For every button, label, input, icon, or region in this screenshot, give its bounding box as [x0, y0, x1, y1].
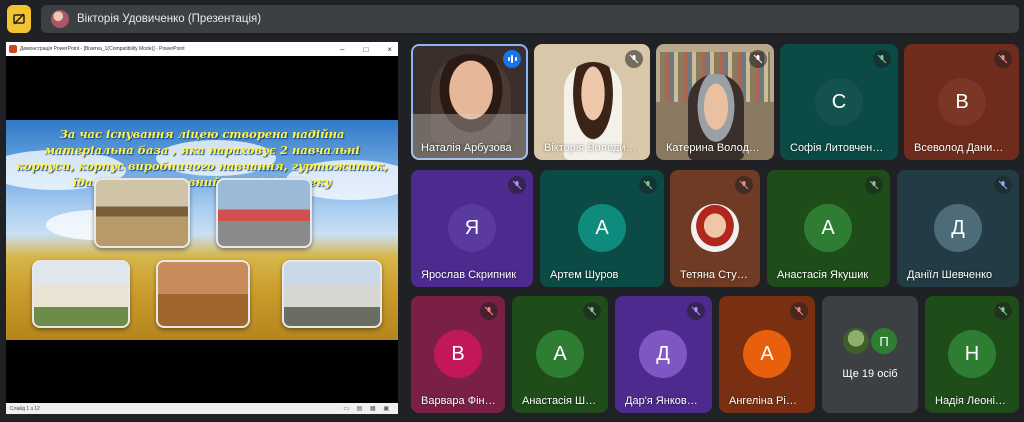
view-icons[interactable]: ▭ ▤ ▦ ▣: [343, 405, 398, 412]
mic-off-icon: [735, 176, 753, 194]
mic-off-icon: [994, 176, 1012, 194]
mic-off-icon: [994, 50, 1012, 68]
participant-tile[interactable]: Вікторія Володи…: [534, 44, 650, 160]
mic-off-icon: [508, 176, 526, 194]
powerpoint-icon: [9, 45, 17, 53]
dining-hall-photo: [156, 260, 250, 328]
participant-tile[interactable]: С Софія Литовчен…: [780, 44, 898, 160]
participant-avatar: В: [938, 78, 986, 126]
minimize-icon[interactable]: –: [340, 45, 344, 54]
slide-number: Слайд 1 з 12: [10, 405, 40, 412]
presentation-warning-button[interactable]: [7, 5, 31, 33]
participant-name: Тетяна Сту…: [680, 269, 748, 281]
participant-name: Надія Леоні…: [935, 395, 1006, 407]
participant-tile[interactable]: Д Даніїл Шевченко: [897, 170, 1019, 287]
school-entrance-photo: [282, 260, 382, 328]
participant-name: Вікторія Володи…: [544, 142, 637, 154]
participant-tile[interactable]: А Артем Шуров: [540, 170, 664, 287]
participant-name: Софія Литовчен…: [790, 142, 884, 154]
participant-tile[interactable]: Я Ярослав Скрипник: [411, 170, 533, 287]
participant-name: Анастасія Ш…: [522, 395, 597, 407]
participant-name: Ангеліна Рі…: [729, 395, 797, 407]
participant-tile[interactable]: А Ангеліна Рі…: [719, 296, 815, 413]
mic-off-icon: [639, 176, 657, 194]
participant-tile[interactable]: Н Надія Леоні…: [925, 296, 1019, 413]
mic-off-icon: [790, 302, 808, 320]
presentation-window: Демонстрація PowerPoint - [Візитка_1(Com…: [6, 42, 398, 414]
participant-tile[interactable]: В Всеволод Дани…: [904, 44, 1019, 160]
participant-name: Ярослав Скрипник: [421, 269, 517, 281]
mic-off-icon: [583, 302, 601, 320]
presentation-statusbar: Слайд 1 з 12 ▭ ▤ ▦ ▣: [6, 403, 398, 414]
presentation-window-title: Демонстрація PowerPoint - [Візитка_1(Com…: [20, 46, 185, 52]
participant-avatar: А: [743, 330, 791, 378]
participant-name: Катерина Волод…: [666, 142, 760, 154]
participant-tile[interactable]: Тетяна Сту…: [670, 170, 760, 287]
more-participants-label: Ще 19 осіб: [842, 368, 898, 380]
slide: За час існування ліцею створена надійна …: [6, 120, 398, 340]
mic-off-icon: [480, 302, 498, 320]
presenter-banner[interactable]: Вікторія Удовиченко (Презентація): [41, 5, 1019, 33]
participant-name: Дар'я Янков…: [625, 395, 698, 407]
participant-tile[interactable]: Д Дар'я Янков…: [615, 296, 712, 413]
participant-avatar: Д: [934, 204, 982, 252]
more-participants-tile[interactable]: П Ще 19 осіб: [822, 296, 918, 413]
gym-photo: [216, 178, 312, 248]
slide-text: За час існування ліцею створена надійна …: [16, 127, 388, 189]
participant-name: Всеволод Дани…: [914, 142, 1004, 154]
mic-off-icon: [625, 50, 643, 68]
mic-off-icon: [865, 176, 883, 194]
participant-avatar: Н: [948, 330, 996, 378]
mic-off-icon: [873, 50, 891, 68]
more-participant-avatar: П: [871, 328, 897, 354]
participant-avatar: Д: [639, 330, 687, 378]
presentation-titlebar: Демонстрація PowerPoint - [Візитка_1(Com…: [6, 42, 398, 56]
window-controls: – □ ×: [340, 45, 398, 54]
participant-tile[interactable]: В Варвара Фін…: [411, 296, 505, 413]
participant-avatar: А: [578, 204, 626, 252]
speaking-indicator-icon: [503, 50, 521, 68]
participant-avatar: А: [804, 204, 852, 252]
close-icon[interactable]: ×: [387, 45, 392, 54]
mic-off-icon: [687, 302, 705, 320]
participant-avatar: В: [434, 330, 482, 378]
top-bar: Вікторія Удовиченко (Презентація): [0, 0, 1024, 38]
participant-avatar: А: [536, 330, 584, 378]
participant-name: Наталія Арбузова: [421, 142, 512, 154]
mic-off-icon: [994, 302, 1012, 320]
participant-name: Артем Шуров: [550, 269, 619, 281]
presenter-label: Вікторія Удовиченко (Презентація): [77, 13, 262, 25]
library-photo: [94, 178, 190, 248]
participant-name: Анастасія Якушик: [777, 269, 869, 281]
participant-tile[interactable]: А Анастасія Ш…: [512, 296, 608, 413]
participant-avatar: Я: [448, 204, 496, 252]
participant-name: Даніїл Шевченко: [907, 269, 993, 281]
more-participant-photo: [843, 328, 869, 354]
presenter-avatar: [51, 10, 69, 28]
participant-tile[interactable]: Наталія Арбузова: [411, 44, 528, 160]
participant-tile[interactable]: А Анастасія Якушик: [767, 170, 890, 287]
participant-tile[interactable]: Катерина Волод…: [656, 44, 774, 160]
mic-off-icon: [749, 50, 767, 68]
maximize-icon[interactable]: □: [363, 45, 368, 54]
present-off-icon: [13, 13, 25, 25]
building-photo: [32, 260, 130, 328]
participant-name: Варвара Фін…: [421, 395, 496, 407]
participant-avatar: С: [815, 78, 863, 126]
participant-photo-avatar: [691, 204, 739, 252]
